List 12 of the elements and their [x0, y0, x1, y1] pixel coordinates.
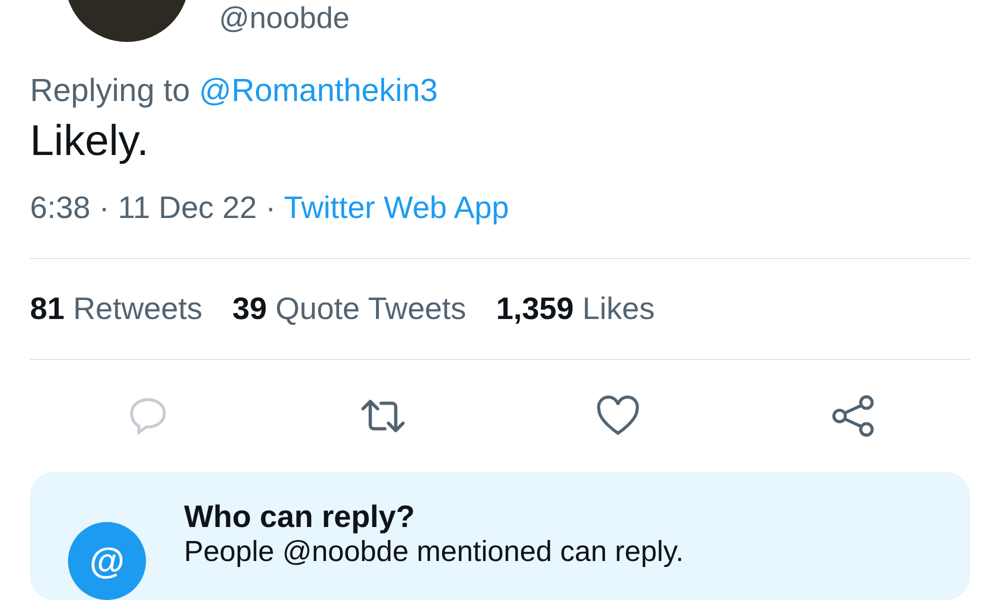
stat-link[interactable]: 39 Quote Tweets — [232, 291, 466, 328]
share-icon — [830, 393, 876, 440]
tweet-text: Likely. — [30, 116, 150, 166]
notice-text: People @noobde mentioned can reply. — [184, 536, 684, 568]
notice-title: Who can reply? — [184, 498, 416, 536]
replying-to-text: Replying to @Romanthekin3 — [30, 71, 439, 110]
stat-link[interactable]: 81 Retweets — [30, 291, 202, 328]
stat-link[interactable]: 1,359 Likes — [496, 291, 655, 328]
heart-icon — [594, 395, 640, 438]
tweet-timestamp: 6:38 · 11 Dec 22 · — [30, 189, 276, 227]
at-sign-icon: @ — [68, 522, 146, 600]
user-handle: @noobde — [219, 2, 350, 36]
